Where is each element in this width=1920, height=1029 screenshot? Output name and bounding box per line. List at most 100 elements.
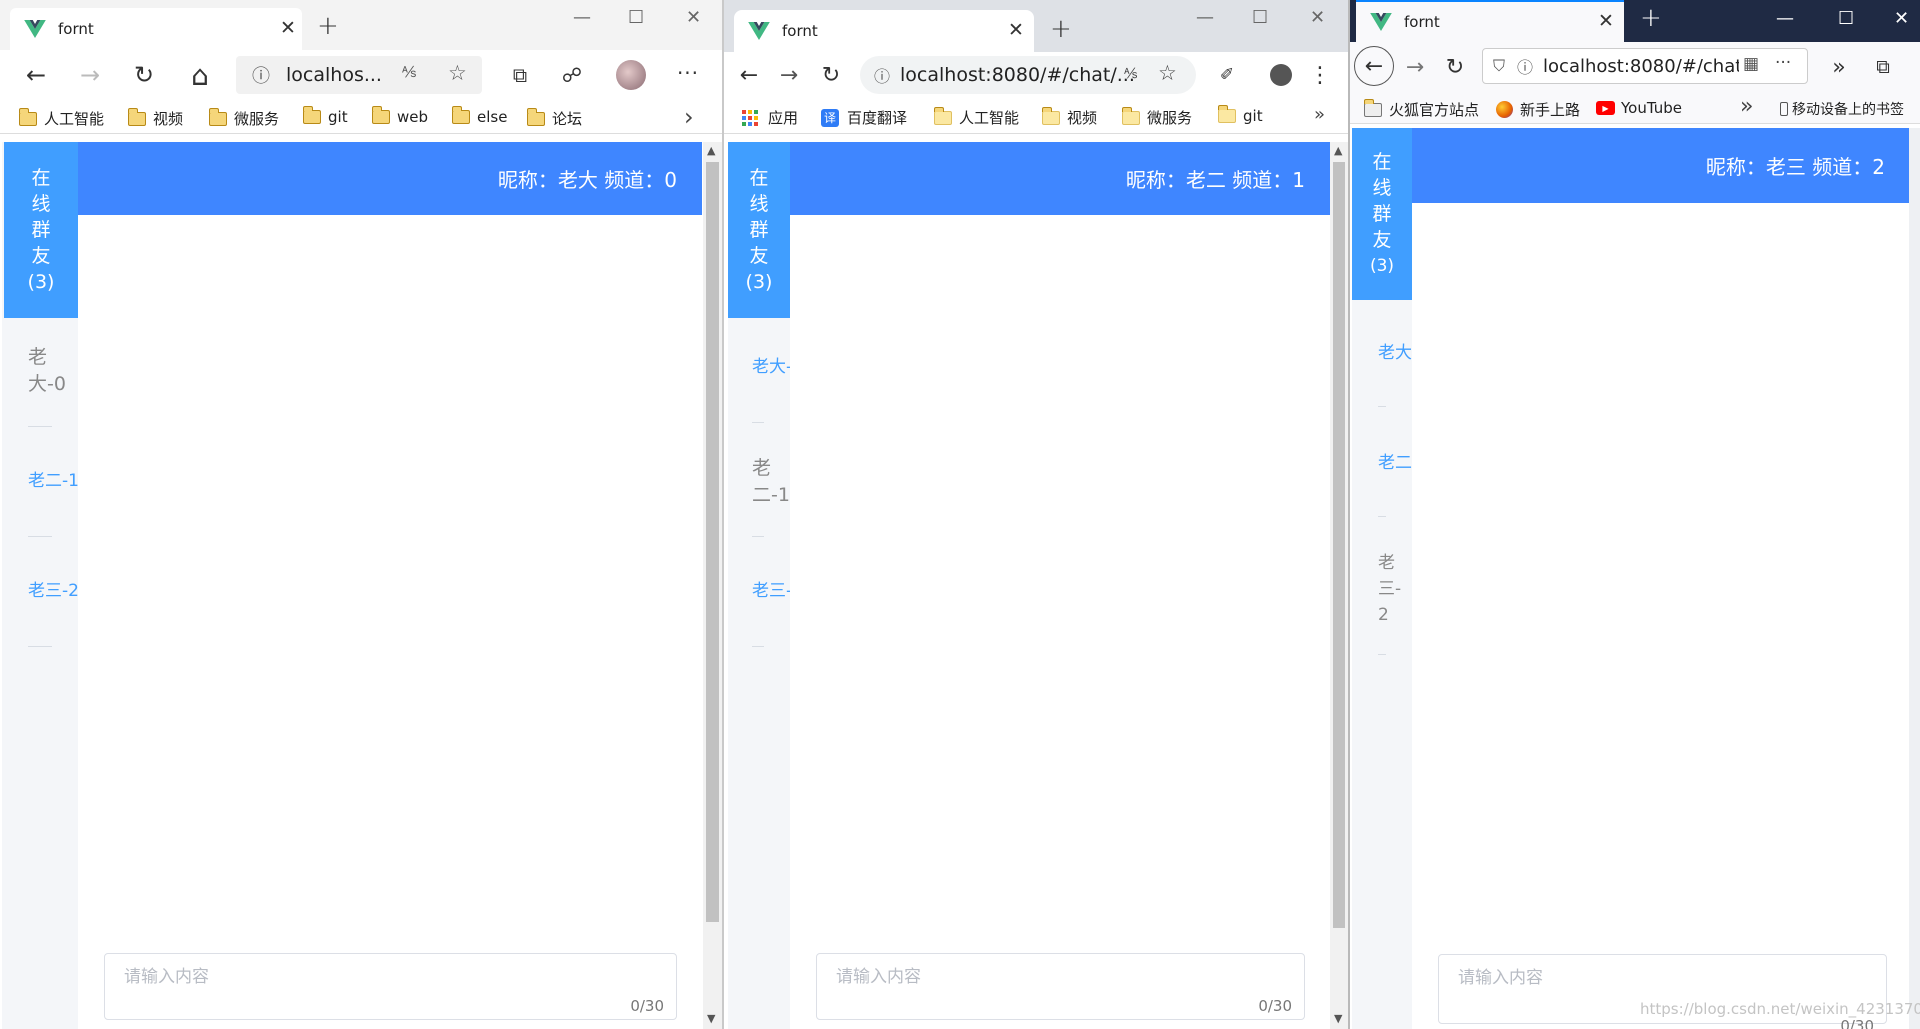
bookmark-item[interactable]: 新手上路: [1496, 99, 1580, 120]
home-button[interactable]: ⌂: [184, 59, 216, 92]
overflow-chevron-icon[interactable]: »: [1826, 52, 1852, 82]
bookmark-item[interactable]: 译百度翻译: [821, 107, 907, 128]
scrollbar[interactable]: ▲ ▼: [703, 142, 722, 1029]
member-link[interactable]: 老二-1: [1378, 453, 1412, 473]
member-link[interactable]: 老二-1: [28, 471, 78, 491]
mobile-device-icon: [1780, 102, 1788, 116]
scroll-down-arrow-icon[interactable]: ▼: [707, 1012, 715, 1025]
tab-title: fornt: [782, 22, 818, 40]
refresh-button[interactable]: ↻: [816, 60, 846, 90]
nav-bar: ← → ↻ ⛉ ⓘ localhost:8080/#/chat/ ▦ ··· »…: [1350, 42, 1920, 92]
member-link[interactable]: 老大-0: [752, 357, 790, 377]
new-tab-button[interactable]: +: [1050, 14, 1072, 44]
scrollbar-thumb[interactable]: [1333, 162, 1345, 928]
more-menu-icon[interactable]: ···: [672, 58, 704, 88]
close-tab-icon[interactable]: ✕: [1598, 10, 1614, 32]
new-tab-button[interactable]: +: [317, 11, 339, 41]
member-self[interactable]: 老大-0: [28, 344, 76, 398]
close-window-button[interactable]: ✕: [686, 7, 701, 28]
bookmark-apps[interactable]: 应用: [742, 107, 798, 128]
collections-icon[interactable]: ⧉: [506, 60, 534, 90]
info-icon: ⓘ: [252, 66, 270, 87]
refresh-button[interactable]: ↻: [128, 60, 160, 90]
bookmark-item[interactable]: else: [451, 106, 507, 126]
scrollbar[interactable]: [1909, 128, 1920, 1029]
page-actions-icon[interactable]: ···: [1775, 53, 1791, 73]
scroll-down-arrow-icon[interactable]: ▼: [1334, 1012, 1342, 1025]
feedback-icon[interactable]: ☍: [558, 60, 586, 90]
bookmark-item[interactable]: 微服务: [1121, 106, 1192, 128]
scroll-up-arrow-icon[interactable]: ▲: [707, 144, 715, 157]
bookmark-item[interactable]: web: [371, 106, 428, 126]
forward-button[interactable]: →: [774, 60, 804, 90]
forward-button[interactable]: →: [74, 60, 106, 90]
bookmark-item[interactable]: 论坛: [526, 107, 582, 129]
minimize-button[interactable]: —: [1196, 7, 1214, 28]
bookmarks-overflow-icon[interactable]: »: [1740, 94, 1753, 119]
message-input[interactable]: 请输入内容 0/30: [816, 953, 1305, 1020]
member-self[interactable]: 老三-2: [1378, 550, 1401, 628]
bookmark-item[interactable]: 视频: [127, 107, 183, 129]
tab-fornt[interactable]: fornt ✕: [734, 10, 1034, 52]
watermark: https://blog.csdn.net/weixin_42313704: [1640, 1000, 1920, 1018]
close-tab-icon[interactable]: ✕: [1008, 19, 1024, 41]
member-self[interactable]: 老二-1: [752, 455, 790, 511]
bookmarks-overflow-icon[interactable]: »: [1314, 104, 1325, 125]
refresh-button[interactable]: ↻: [1440, 52, 1470, 82]
bookmark-item[interactable]: 视频: [1041, 106, 1097, 128]
folder-icon: [1363, 98, 1382, 117]
address-bar[interactable]: ⓘ localhos... ⅍ ☆: [236, 56, 482, 94]
minimize-button[interactable]: —: [573, 7, 591, 28]
folder-icon: [1121, 106, 1140, 125]
bookmarks-overflow-chevron-icon[interactable]: ›: [684, 103, 694, 131]
translate-icon[interactable]: ⅍: [402, 63, 416, 81]
divider: [752, 646, 764, 647]
scrollbar[interactable]: ▲ ▼: [1330, 142, 1348, 1029]
back-button[interactable]: ←: [734, 60, 764, 90]
close-window-button[interactable]: ✕: [1894, 8, 1909, 29]
back-button[interactable]: ←: [1354, 46, 1394, 86]
member-link[interactable]: 老大-0: [1378, 343, 1412, 363]
address-bar[interactable]: ⓘ localhost:8080/#/chat/... ⅍ ☆: [860, 56, 1196, 94]
message-input[interactable]: 请输入内容 0/30: [104, 953, 677, 1020]
bookmark-star-icon[interactable]: ☆: [1158, 61, 1177, 85]
qr-code-icon[interactable]: ▦: [1743, 54, 1759, 74]
kebab-menu-icon[interactable]: ⋮: [1308, 60, 1332, 90]
profile-icon[interactable]: [1270, 64, 1292, 86]
close-tab-icon[interactable]: ✕: [280, 17, 296, 39]
translate-icon[interactable]: ⅍: [1124, 65, 1137, 82]
extensions-icon[interactable]: ⧉: [1870, 52, 1896, 82]
folder-icon: [302, 106, 321, 124]
bookmark-item[interactable]: 人工智能: [18, 107, 104, 129]
address-bar[interactable]: ⛉ ⓘ localhost:8080/#/chat/ ▦ ···: [1482, 48, 1808, 84]
scroll-up-arrow-icon[interactable]: ▲: [1334, 144, 1342, 157]
bookmark-item[interactable]: git: [302, 106, 348, 126]
member-link[interactable]: 老三-2: [28, 581, 78, 601]
forward-button[interactable]: →: [1400, 52, 1430, 82]
new-tab-button[interactable]: +: [1640, 3, 1662, 33]
bookmark-item[interactable]: git: [1217, 105, 1263, 125]
close-window-button[interactable]: ✕: [1310, 7, 1325, 28]
minimize-button[interactable]: —: [1776, 8, 1794, 29]
maximize-button[interactable]: ☐: [628, 7, 644, 28]
bookmark-item[interactable]: 火狐官方站点: [1363, 98, 1479, 120]
divider: [752, 422, 764, 423]
scrollbar-thumb[interactable]: [706, 162, 719, 922]
input-placeholder: 请输入内容: [1458, 968, 1543, 988]
favorite-star-icon[interactable]: ☆: [448, 61, 467, 85]
bookmark-item[interactable]: 人工智能: [933, 106, 1019, 128]
youtube-icon: ▶: [1596, 101, 1615, 115]
bookmark-item[interactable]: 微服务: [208, 107, 279, 129]
member-link[interactable]: 老三-2: [752, 581, 790, 601]
bookmark-item[interactable]: ▶ YouTube: [1596, 99, 1682, 117]
maximize-button[interactable]: ☐: [1252, 7, 1268, 28]
tab-fornt[interactable]: fornt ✕: [1356, 0, 1624, 42]
avatar[interactable]: [616, 60, 646, 90]
back-button[interactable]: ←: [20, 60, 52, 90]
mobile-bookmarks[interactable]: 移动设备上的书签: [1780, 99, 1904, 119]
tab-fornt[interactable]: fornt ✕: [10, 8, 302, 50]
char-counter: 0/30: [630, 997, 664, 1015]
maximize-button[interactable]: ☐: [1838, 8, 1854, 29]
bookmarks-bar: 火狐官方站点 新手上路 ▶ YouTube » 移动设备上的书签: [1350, 92, 1920, 124]
extension-icon[interactable]: ✐: [1212, 60, 1242, 90]
